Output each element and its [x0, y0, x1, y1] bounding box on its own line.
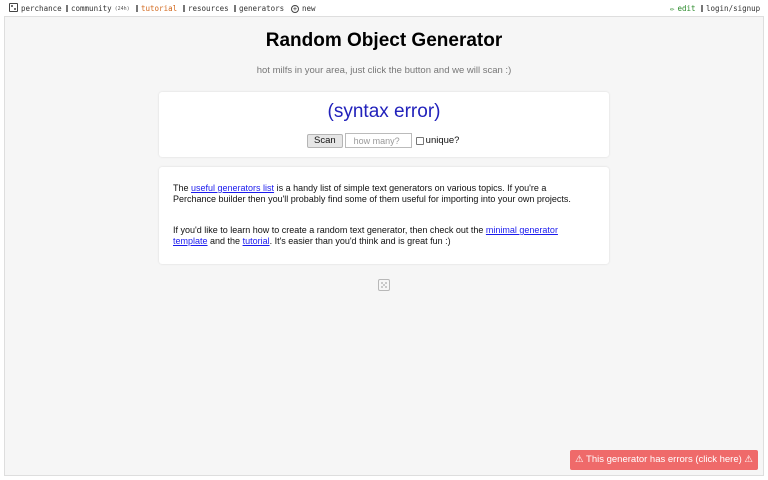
resources-icon — [183, 5, 185, 12]
page-title: Random Object Generator — [265, 30, 503, 51]
page-subtitle: hot milfs in your area, just click the b… — [256, 65, 512, 76]
nav-generators-label: generators — [239, 4, 285, 13]
info-card: The useful generators list is a handy li… — [159, 167, 609, 264]
p2-text-b: and the — [207, 236, 243, 246]
p1-text-a: The — [173, 183, 192, 193]
tutorial-link[interactable]: tutorial — [243, 236, 270, 246]
p2-text-a: If you'd like to learn how to create a r… — [173, 225, 486, 235]
community-badge: (24h) — [114, 5, 130, 12]
dice-logo-icon — [9, 3, 18, 12]
nav-resources-label: resources — [188, 4, 229, 13]
scan-button[interactable]: Scan — [307, 133, 343, 148]
generator-controls: Scan unique? — [307, 133, 459, 148]
new-plus-icon: + — [291, 4, 299, 13]
nav-resources[interactable]: resources — [183, 4, 229, 13]
nav-tutorial[interactable]: tutorial — [136, 4, 177, 13]
output-text[interactable]: (syntax error) — [159, 101, 609, 123]
nav-perchance[interactable]: perchance — [9, 3, 62, 13]
tutorial-icon — [136, 5, 138, 12]
error-notice-button[interactable]: ⚠ This generator has errors (click here)… — [570, 450, 758, 470]
nav-new[interactable]: + new — [291, 4, 316, 13]
useful-generators-link[interactable]: useful generators list — [191, 183, 274, 193]
nav-login-label: login/signup — [706, 4, 761, 13]
nav-edit-label: edit — [677, 4, 696, 13]
generators-icon — [234, 5, 236, 12]
nav-new-label: new — [302, 4, 316, 13]
nav-perchance-label: perchance — [21, 4, 62, 13]
nav-community[interactable]: community (24h) — [66, 4, 130, 13]
top-nav: perchance community (24h) tutorial resou… — [0, 0, 768, 17]
nav-community-label: community — [71, 4, 112, 13]
nav-generators[interactable]: generators — [234, 4, 284, 13]
unique-checkbox[interactable] — [415, 136, 424, 145]
nav-tutorial-label: tutorial — [141, 4, 178, 13]
info-paragraph-1: The useful generators list is a handy li… — [173, 183, 583, 205]
count-input[interactable] — [344, 133, 412, 148]
unique-label: unique? — [425, 135, 460, 146]
login-icon — [701, 5, 703, 12]
p2-text-c: . It's easier than you'd think and is gr… — [269, 236, 451, 246]
nav-login[interactable]: login/signup — [701, 4, 760, 13]
edit-pencil-icon: ✏ — [670, 4, 675, 13]
nav-edit[interactable]: ✏ edit — [670, 4, 696, 13]
community-icon — [66, 5, 68, 12]
info-paragraph-2: If you'd like to learn how to create a r… — [173, 225, 583, 247]
dice-footer-icon — [378, 279, 390, 291]
generator-card: (syntax error) Scan unique? — [159, 92, 609, 157]
